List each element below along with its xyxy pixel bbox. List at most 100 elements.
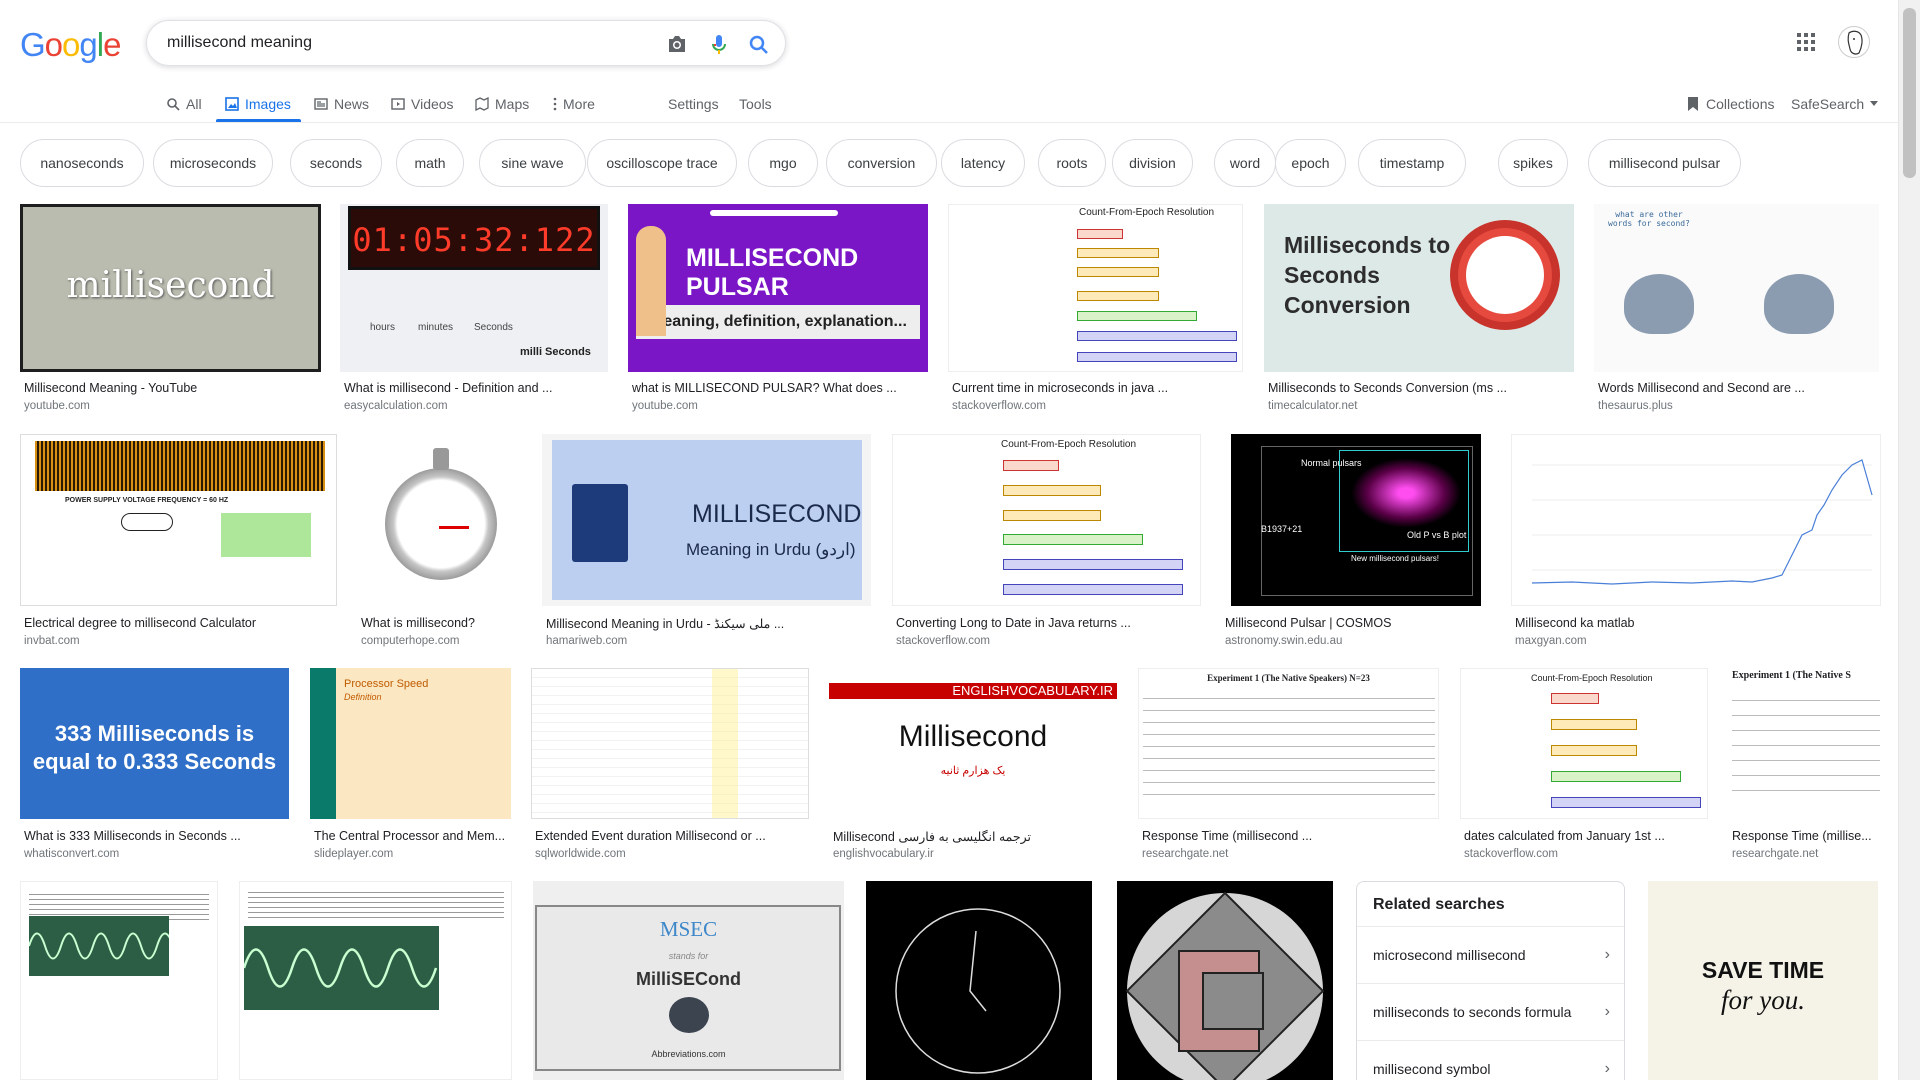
tab-all[interactable]: All: [166, 90, 202, 118]
thumb-text: Count-From-Epoch Resolution: [1531, 673, 1653, 683]
chip[interactable]: math: [396, 139, 464, 187]
news-icon: [314, 98, 328, 110]
search-icon[interactable]: [747, 33, 771, 55]
map-icon: [475, 97, 489, 111]
chip[interactable]: timestamp: [1358, 139, 1466, 187]
chip[interactable]: division: [1112, 139, 1193, 187]
chip[interactable]: roots: [1038, 139, 1106, 187]
bookmark-icon: [1688, 97, 1698, 111]
image-result[interactable]: Count-From-Epoch Resolution dates calcul…: [1460, 668, 1708, 868]
result-caption: Millisecond Meaning in Urdu - ملی سیکنڈ …: [546, 617, 785, 631]
camera-icon[interactable]: [665, 33, 689, 55]
microphone-icon[interactable]: [707, 33, 731, 55]
result-source: hamariweb.com: [546, 635, 628, 647]
result-caption: Milliseconds to Seconds Conversion (ms .…: [1268, 381, 1507, 395]
thumb-text: MilliSECond: [636, 969, 741, 989]
tab-more-label: More: [563, 96, 595, 112]
result-thumbnail: millisecond: [20, 204, 321, 372]
image-result[interactable]: [866, 881, 1092, 1080]
chip[interactable]: word: [1214, 139, 1276, 187]
google-logo[interactable]: Google: [20, 26, 121, 64]
tools-link[interactable]: Tools: [739, 90, 772, 118]
chevron-right-icon: ›: [1604, 1002, 1610, 1020]
chip[interactable]: oscilloscope trace: [587, 139, 737, 187]
thumb-text: Milliseconds to Seconds Conversion: [1284, 232, 1451, 318]
chip[interactable]: conversion: [826, 139, 937, 187]
image-result[interactable]: 333 Milliseconds is equal to 0.333 Secon…: [20, 668, 289, 868]
scrollbar[interactable]: [1898, 0, 1920, 1080]
image-result[interactable]: ENGLISHVOCABULARY.IR Millisecond یک هزار…: [829, 668, 1117, 868]
image-result[interactable]: Count-From-Epoch Resolution Current time…: [948, 204, 1243, 414]
result-thumbnail: SAVE TIME for you.: [1648, 881, 1878, 1080]
thumb-text: Old P vs B plot: [1407, 530, 1467, 540]
image-result[interactable]: [1117, 881, 1333, 1080]
related-searches-card: Related searches microsecond millisecond…: [1356, 881, 1625, 1080]
tab-videos[interactable]: Videos: [391, 90, 454, 118]
tab-more[interactable]: More: [553, 90, 595, 118]
image-result[interactable]: Count-From-Epoch Resolution Converting L…: [892, 434, 1201, 647]
result-caption: What is millisecond?: [361, 616, 475, 630]
result-source: thesaurus.plus: [1598, 400, 1673, 412]
tab-images-label: Images: [245, 96, 291, 112]
image-result[interactable]: MSEC stands for MilliSECond Abbreviation…: [533, 881, 844, 1080]
image-result[interactable]: Processor Speed Definition The Central P…: [310, 668, 511, 868]
active-tab-indicator: [216, 119, 301, 122]
image-result[interactable]: what are other words for second? Words M…: [1594, 204, 1879, 414]
tab-news-label: News: [334, 96, 370, 112]
chip[interactable]: epoch: [1275, 139, 1346, 187]
search-box[interactable]: millisecond meaning: [146, 20, 786, 66]
chevron-right-icon: ›: [1604, 1059, 1610, 1077]
result-thumbnail: ENGLISHVOCABULARY.IR Millisecond یک هزار…: [829, 668, 1117, 819]
image-result[interactable]: millisecond Millisecond Meaning - YouTub…: [20, 204, 321, 414]
result-source: researchgate.net: [1142, 848, 1229, 860]
tab-maps[interactable]: Maps: [475, 90, 529, 118]
chip[interactable]: microseconds: [153, 139, 273, 187]
chip[interactable]: mgo: [748, 139, 818, 187]
safesearch-button[interactable]: SafeSearch: [1791, 90, 1879, 118]
image-result[interactable]: Milliseconds to Seconds Conversion Milli…: [1264, 204, 1574, 414]
search-input[interactable]: millisecond meaning: [167, 34, 312, 52]
result-caption: Extended Event duration Millisecond or .…: [535, 829, 766, 843]
result-caption: Current time in microseconds in java ...: [952, 381, 1169, 395]
collections-button[interactable]: Collections: [1686, 90, 1774, 118]
chip[interactable]: spikes: [1498, 139, 1568, 187]
image-result[interactable]: Experiment 1 (The Native Speakers) N=23 …: [1138, 668, 1439, 868]
image-result[interactable]: Normal pulsars B1937+21 Old P vs B plot …: [1221, 434, 1481, 647]
tab-images[interactable]: Images: [225, 90, 291, 118]
result-caption: Words Millisecond and Second are ...: [1598, 381, 1805, 395]
thumb-text: Experiment 1 (The Native Speakers) N=23: [1207, 673, 1370, 683]
image-result[interactable]: Millisecond ka matlab maxgyan.com: [1511, 434, 1881, 647]
thumb-text: MILLISECOND PULSAR: [686, 244, 859, 301]
google-images-page: Google millisecond meaning All Images Ne…: [0, 0, 1920, 1080]
image-result[interactable]: [239, 881, 512, 1080]
chevron-down-icon: [1870, 101, 1879, 106]
image-result[interactable]: [20, 881, 218, 1080]
image-result[interactable]: MILLISECOND PULSAR meaning, definition, …: [628, 204, 928, 414]
thumb-text: یک هزارم ثانیه: [940, 765, 1006, 777]
avatar[interactable]: [1838, 26, 1870, 58]
related-search-item[interactable]: milliseconds to seconds formula ›: [1357, 983, 1624, 1039]
chip[interactable]: latency: [941, 139, 1025, 187]
chip[interactable]: millisecond pulsar: [1588, 139, 1741, 187]
header: Google millisecond meaning All Images Ne…: [0, 0, 1898, 123]
image-result[interactable]: MILLISECOND Meaning in Urdu (اردو) Milli…: [542, 434, 871, 647]
image-result[interactable]: What is millisecond? computerhope.com: [357, 434, 522, 647]
image-result[interactable]: Extended Event duration Millisecond or .…: [531, 668, 809, 868]
related-search-item[interactable]: microsecond millisecond ›: [1357, 926, 1624, 982]
image-result[interactable]: SAVE TIME for you.: [1648, 881, 1878, 1080]
result-caption: Electrical degree to millisecond Calcula…: [24, 616, 257, 630]
result-thumbnail: Experiment 1 (The Native S: [1728, 668, 1880, 819]
chip[interactable]: seconds: [290, 139, 382, 187]
tab-all-label: All: [186, 96, 202, 112]
settings-link[interactable]: Settings: [668, 90, 719, 118]
scrollbar-thumb[interactable]: [1903, 8, 1916, 178]
chip[interactable]: sine wave: [479, 139, 586, 187]
related-search-item[interactable]: millisecond symbol ›: [1357, 1040, 1624, 1080]
apps-grid-icon[interactable]: [1796, 32, 1816, 52]
image-result[interactable]: 01:05:32:122 hours minutes Seconds milli…: [340, 204, 608, 414]
result-thumbnail: [1117, 881, 1333, 1080]
chip[interactable]: nanoseconds: [20, 139, 144, 187]
image-result[interactable]: Experiment 1 (The Native S Response Time…: [1728, 668, 1880, 868]
image-result[interactable]: POWER SUPPLY VOLTAGE FREQUENCY = 60 HZ E…: [20, 434, 337, 647]
tab-news[interactable]: News: [314, 90, 369, 118]
